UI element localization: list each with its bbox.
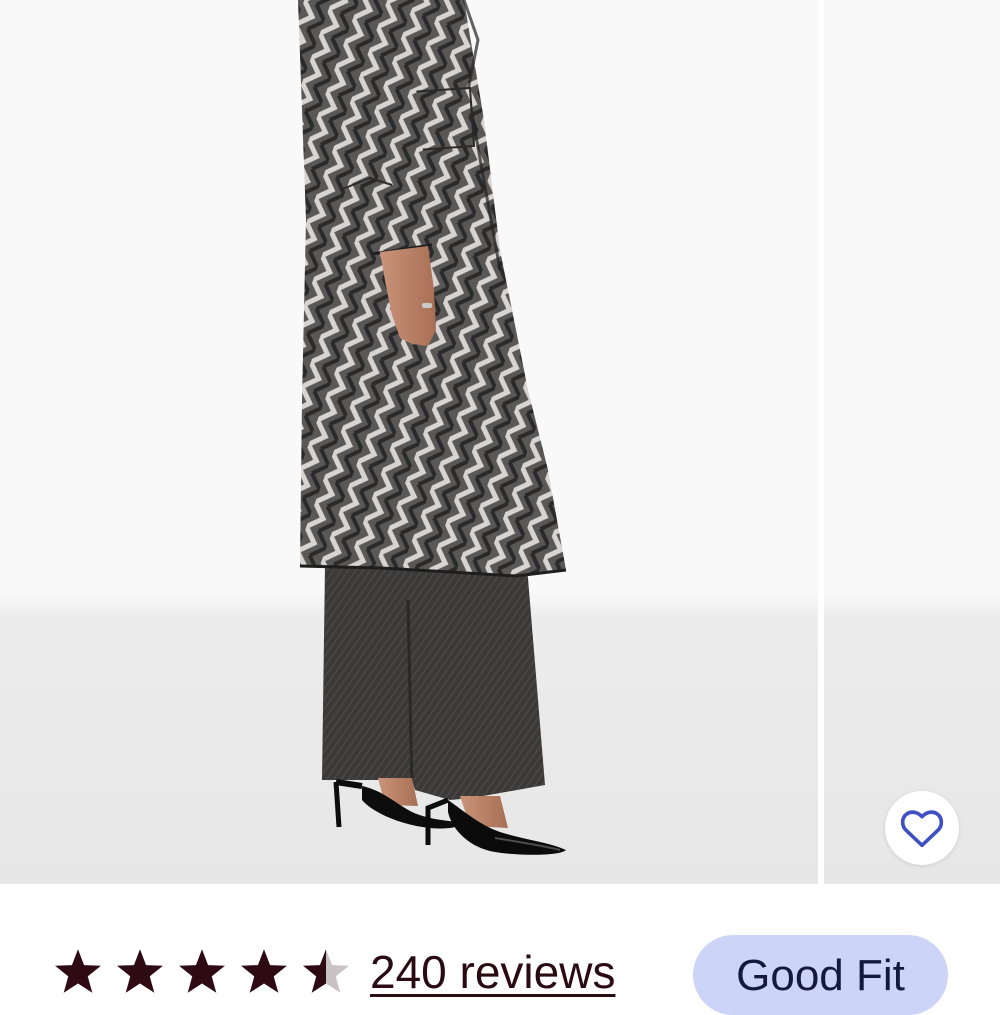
product-image-main[interactable] xyxy=(0,0,818,884)
fit-badge: Good Fit xyxy=(693,935,948,1015)
heart-outline-icon xyxy=(900,810,944,848)
product-photo xyxy=(298,0,567,855)
star-icon xyxy=(179,949,225,993)
product-image-next[interactable] xyxy=(824,0,1000,884)
reviews-link[interactable]: 240 reviews xyxy=(370,946,615,998)
star-icon xyxy=(55,949,101,993)
star-icon xyxy=(241,949,287,993)
favorite-button[interactable] xyxy=(885,791,959,865)
product-image-carousel[interactable] xyxy=(0,0,1000,888)
star-rating xyxy=(52,946,352,998)
star-icon xyxy=(117,949,163,993)
star-half-icon xyxy=(303,949,349,993)
